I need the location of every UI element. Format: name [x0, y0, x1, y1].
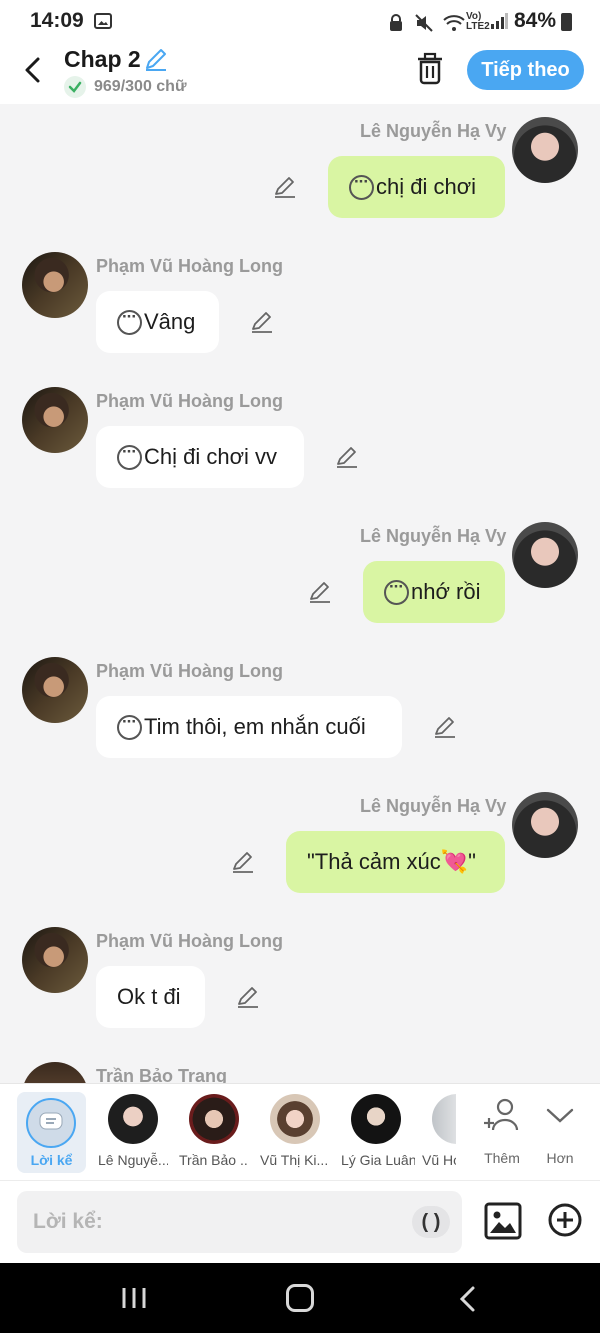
- avatar[interactable]: [22, 657, 88, 723]
- status-time: 14:09: [30, 9, 84, 32]
- character-avatar: [189, 1094, 239, 1144]
- message-text: Tim thôi, em nhắn cuối: [144, 714, 366, 739]
- add-circle-icon[interactable]: [547, 1202, 583, 1238]
- message-bubble[interactable]: Chị đi chơi vv: [96, 426, 304, 488]
- more-label: Hơn: [546, 1150, 574, 1166]
- message-text: Vâng: [144, 309, 196, 334]
- edit-pencil-icon[interactable]: [335, 445, 359, 469]
- message-bubble[interactable]: "Thả cảm xúc💘": [286, 831, 505, 893]
- system-nav-bar: [0, 1263, 600, 1333]
- character-label: Vũ Thị Ki...: [260, 1152, 329, 1168]
- character-avatar: [270, 1094, 320, 1144]
- battery-icon: [561, 13, 572, 31]
- next-button[interactable]: Tiếp theo: [467, 50, 584, 90]
- character-avatar: [108, 1094, 158, 1144]
- edit-pencil-icon[interactable]: [231, 850, 255, 874]
- status-icons: [388, 12, 466, 32]
- mute-icon: [415, 13, 433, 32]
- network-label: Vo) LTE2: [466, 11, 490, 32]
- home-icon[interactable]: [286, 1284, 314, 1312]
- thought-bubble-icon: [349, 172, 374, 200]
- avatar[interactable]: [22, 387, 88, 453]
- signal-icon: [491, 13, 508, 29]
- character-item[interactable]: Trần Bảo ...: [177, 1092, 251, 1172]
- character-label: Trần Bảo ...: [179, 1152, 249, 1168]
- message-text: chị đi chơi: [376, 174, 477, 199]
- character-item[interactable]: Lê Nguyễ...: [96, 1092, 170, 1172]
- check-icon: [64, 76, 86, 98]
- top-header: Chap 2 969/300 chữ Tiếp theo: [0, 42, 600, 104]
- word-count: 969/300 chữ: [64, 76, 187, 98]
- character-selector-bar: Lời kể Lê Nguyễ... Trần Bảo ... Vũ Thị K…: [0, 1083, 600, 1180]
- add-character-label: Thêm: [484, 1150, 520, 1166]
- avatar[interactable]: [22, 252, 88, 318]
- image-icon: [94, 13, 112, 29]
- narration-selector[interactable]: Lời kể: [17, 1092, 86, 1173]
- message-bubble[interactable]: Tim thôi, em nhắn cuối: [96, 696, 402, 758]
- character-label: Lý Gia Luân: [341, 1152, 415, 1168]
- thought-bubble-icon: [117, 307, 142, 335]
- message-bubble[interactable]: nhớ rồi: [363, 561, 505, 623]
- edit-pencil-icon[interactable]: [250, 310, 274, 334]
- thought-bubble-icon: [117, 442, 142, 470]
- sender-name: Phạm Vũ Hoàng Long: [96, 256, 283, 276]
- sender-name: Phạm Vũ Hoàng Long: [96, 931, 283, 951]
- add-character-button[interactable]: Thêm: [481, 1092, 523, 1172]
- input-bar: ( ): [0, 1180, 600, 1263]
- narration-label: Lời kể: [30, 1152, 73, 1168]
- image-upload-icon[interactable]: [484, 1202, 522, 1240]
- recent-apps-icon[interactable]: [120, 1286, 148, 1310]
- sender-name: Lê Nguyễn Hạ Vy: [360, 796, 507, 816]
- status-bar: 14:09 Vo) LTE2 84%: [0, 0, 600, 42]
- character-avatar: [432, 1094, 456, 1144]
- thought-bubble-icon: [384, 577, 409, 605]
- lock-icon: [390, 13, 402, 31]
- add-person-icon: [484, 1098, 519, 1131]
- avatar[interactable]: [22, 927, 88, 993]
- battery-percent: 84%: [514, 9, 557, 32]
- nav-back-icon[interactable]: [457, 1285, 479, 1313]
- message-text: "Thả cảm xúc💘": [307, 849, 476, 874]
- sender-name: Lê Nguyễn Hạ Vy: [360, 526, 507, 546]
- narration-input[interactable]: [33, 1191, 393, 1253]
- input-box: ( ): [17, 1191, 462, 1253]
- more-button[interactable]: Hơn: [540, 1092, 580, 1172]
- message-bubble[interactable]: Vâng: [96, 291, 219, 353]
- sender-name: Phạm Vũ Hoàng Long: [96, 661, 283, 681]
- avatar[interactable]: [512, 792, 578, 858]
- wifi-icon: [443, 14, 466, 31]
- chapter-title: Chap 2: [64, 46, 141, 72]
- message-text: nhớ rồi: [411, 579, 481, 604]
- thought-bubble-icon: [117, 712, 142, 740]
- character-avatar: [351, 1094, 401, 1144]
- message-text: Chị đi chơi vv: [144, 444, 278, 469]
- edit-pencil-icon[interactable]: [273, 175, 297, 199]
- character-item[interactable]: Vũ Ho: [420, 1092, 456, 1172]
- message-bubble[interactable]: chị đi chơi: [328, 156, 505, 218]
- character-label: Lê Nguyễ...: [98, 1152, 168, 1168]
- sender-name: Phạm Vũ Hoàng Long: [96, 391, 283, 411]
- message-bubble[interactable]: Ok t đi: [96, 966, 205, 1028]
- edit-pencil-icon[interactable]: [433, 715, 457, 739]
- sender-name: Lê Nguyễn Hạ Vy: [360, 121, 507, 141]
- parenthesis-button[interactable]: ( ): [412, 1206, 450, 1238]
- back-arrow-icon[interactable]: [20, 56, 48, 84]
- character-item[interactable]: Vũ Thị Ki...: [258, 1092, 332, 1172]
- edit-pencil-icon[interactable]: [308, 580, 332, 604]
- message-text: Ok t đi: [117, 984, 181, 1009]
- word-count-text: 969/300 chữ: [94, 78, 187, 95]
- chevron-down-icon: [546, 1108, 574, 1123]
- avatar[interactable]: [512, 522, 578, 588]
- trash-icon[interactable]: [414, 52, 446, 86]
- avatar[interactable]: [512, 117, 578, 183]
- character-label: Vũ Ho: [422, 1152, 456, 1168]
- character-item[interactable]: Lý Gia Luân: [339, 1092, 415, 1172]
- edit-title-pencil-icon[interactable]: [143, 46, 169, 72]
- narration-icon: [26, 1098, 76, 1148]
- edit-pencil-icon[interactable]: [236, 985, 260, 1009]
